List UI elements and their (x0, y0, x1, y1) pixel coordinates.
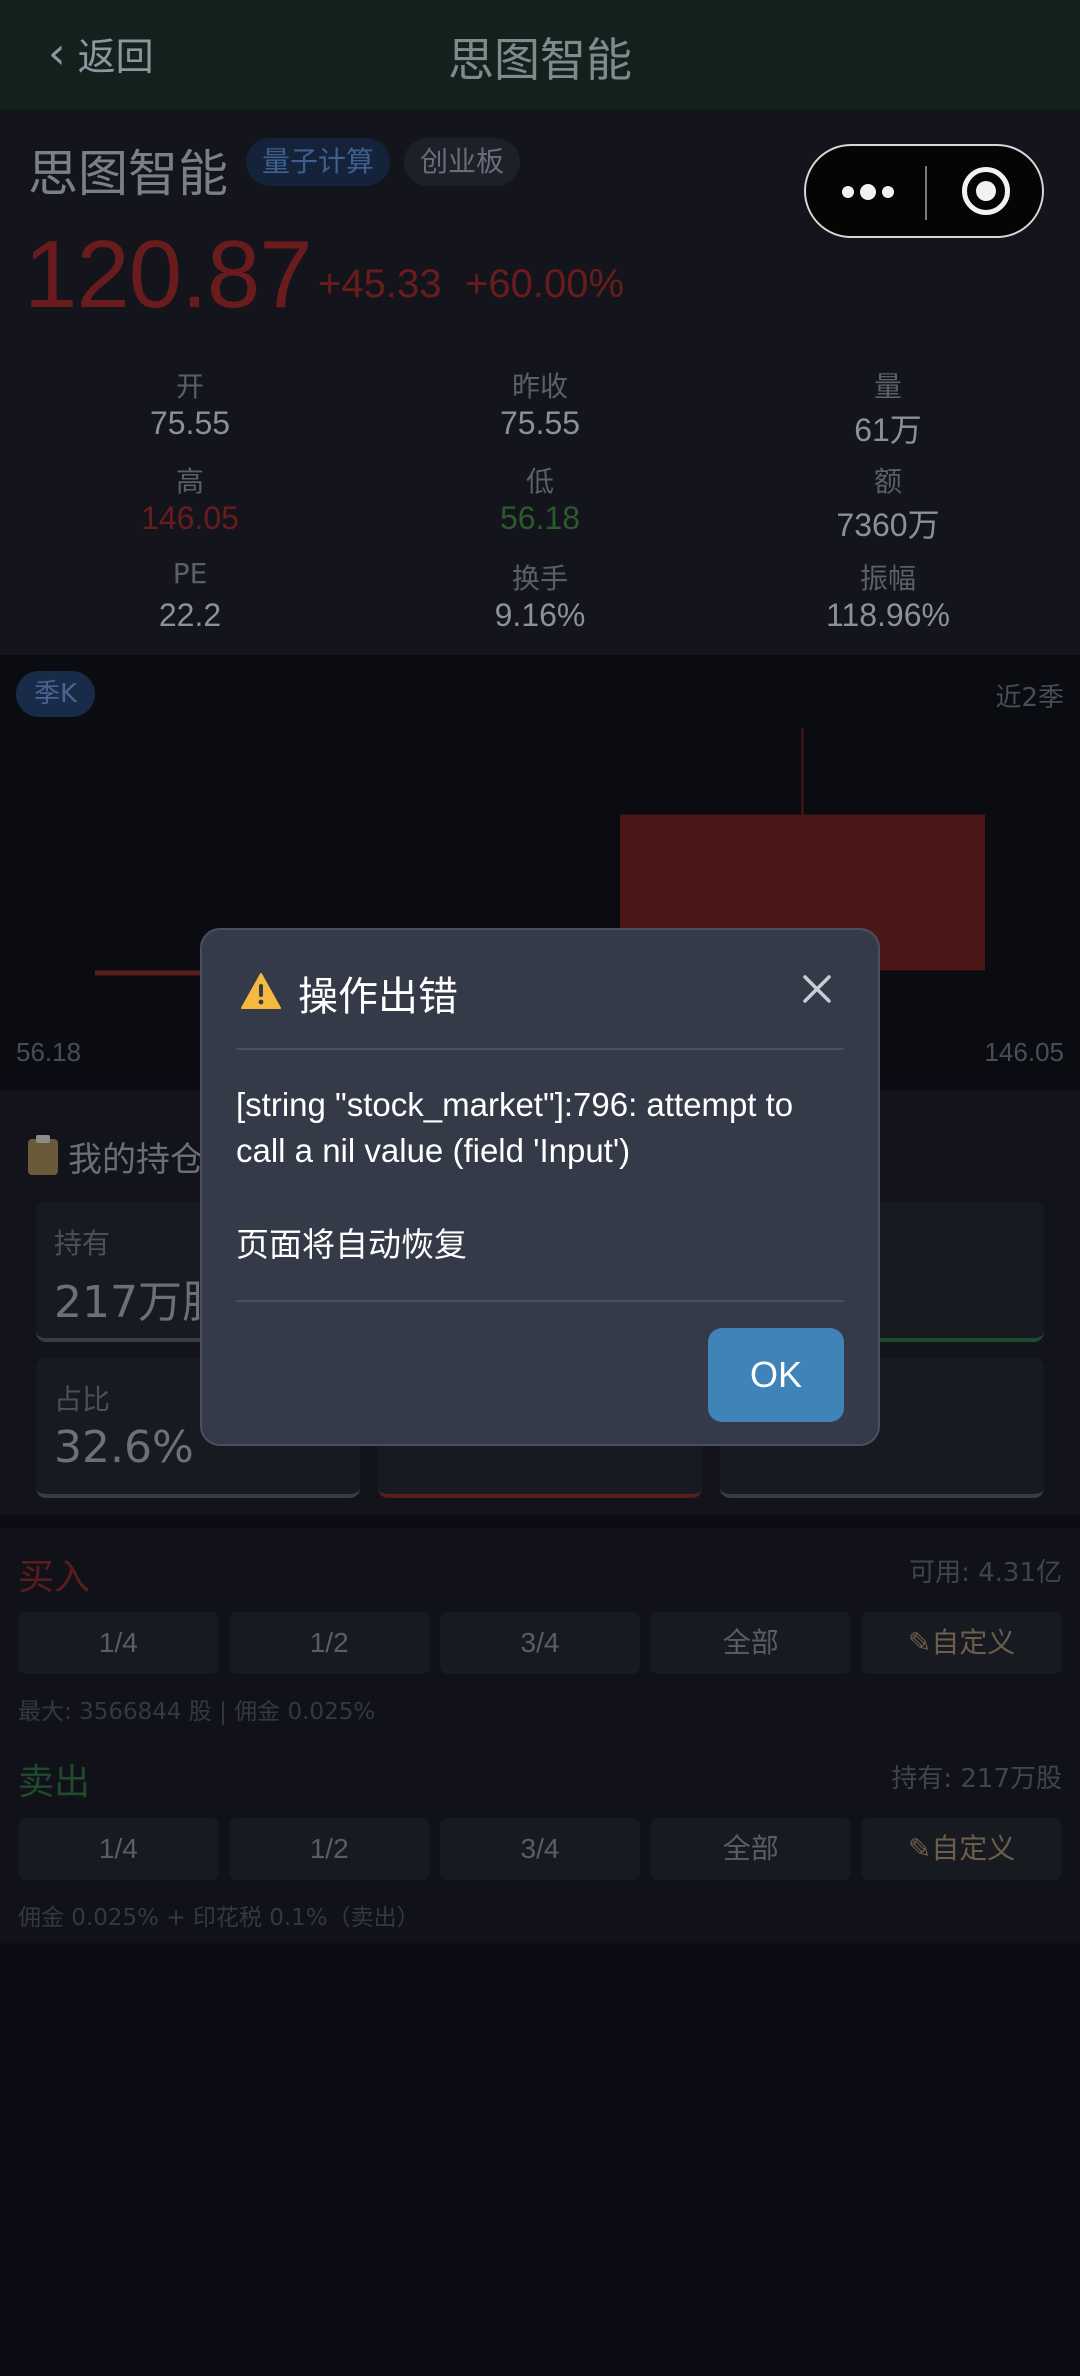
concept-tag: 量子计算 (246, 138, 391, 186)
price-change-percent: +60.00% (465, 262, 625, 306)
buy-available: 可用: 4.31亿 (909, 1558, 1062, 1588)
sell-quick-buttons: 1/4 1/2 3/4 全部 ✎自定义 (18, 1818, 1062, 1880)
axis-max-label: 146.05 (984, 1037, 1064, 1067)
dialog-header: 操作出错 (202, 930, 878, 1048)
buy-custom-button[interactable]: ✎自定义 (861, 1612, 1062, 1674)
stat-pe: PE 22.2 (158, 557, 222, 633)
close-miniprogram-icon[interactable] (962, 167, 1010, 215)
sell-three-quarter-button[interactable]: 3/4 (439, 1818, 641, 1880)
dialog-title: 操作出错 (298, 974, 458, 1020)
error-dialog: 操作出错 [string "stock_market"]:796: attemp… (200, 928, 880, 1446)
buy-quarter-button[interactable]: 1/4 (18, 1612, 219, 1674)
top-nav-bar: ‹ 返回 思图智能 (0, 0, 1080, 110)
stat-open: 开 75.55 (149, 370, 231, 441)
warning-icon (241, 973, 281, 1009)
close-icon[interactable] (800, 972, 834, 1006)
stat-prev-close: 昨收 75.55 (499, 370, 581, 441)
miniprogram-capsule (804, 144, 1044, 238)
buy-hint: 最大: 3566844 股 | 佣金 0.025% (18, 1699, 376, 1725)
sell-custom-button[interactable]: ✎自定义 (861, 1818, 1062, 1880)
sell-half-button[interactable]: 1/2 (228, 1818, 430, 1880)
dialog-sub-message: 页面将自动恢复 (236, 1225, 467, 1264)
sell-title: 卖出 (18, 1762, 91, 1803)
stat-volume: 量 61万 (854, 370, 922, 448)
more-icon[interactable] (838, 169, 898, 215)
sell-quarter-button[interactable]: 1/4 (18, 1818, 219, 1880)
current-price: 120.87 (24, 221, 313, 328)
page-title: 思图智能 (448, 33, 632, 87)
stat-amount: 额 7360万 (836, 465, 940, 543)
clipboard-icon (28, 1134, 58, 1175)
trade-section: 买入 可用: 4.31亿 1/4 1/2 3/4 全部 ✎自定义 最大: 356… (0, 1528, 1080, 1943)
price-change: +45.33 (318, 262, 442, 306)
buy-title: 买入 (18, 1557, 91, 1598)
sell-all-button[interactable]: 全部 (650, 1818, 852, 1880)
stat-high: 高 146.05 (141, 465, 239, 536)
buy-quick-buttons: 1/4 1/2 3/4 全部 ✎自定义 (18, 1612, 1062, 1674)
sell-hint: 佣金 0.025% + 印花税 0.1%（卖出） (18, 1905, 420, 1931)
period-chip[interactable]: 季K (16, 671, 96, 717)
buy-three-quarter-button[interactable]: 3/4 (439, 1612, 641, 1674)
dialog-divider-top (236, 1048, 844, 1050)
board-tag: 创业板 (404, 138, 521, 186)
range-label: 近2季 (995, 683, 1064, 713)
axis-min-label: 56.18 (16, 1037, 82, 1067)
stat-low: 低 56.18 (499, 465, 581, 536)
dialog-divider-bottom (236, 1300, 844, 1302)
dialog-message: [string "stock_market"]:796: attempt to … (236, 1086, 794, 1169)
stat-amplitude: 振幅 118.96% (826, 562, 950, 633)
buy-half-button[interactable]: 1/2 (228, 1612, 430, 1674)
holdings-title: 我的持仓 (28, 1132, 204, 1181)
stat-turnover: 换手 9.16% (494, 562, 586, 633)
sell-holding: 持有: 217万股 (891, 1764, 1062, 1794)
capsule-divider (925, 166, 927, 220)
ok-button[interactable]: OK (708, 1328, 844, 1422)
stock-name: 思图智能 (28, 145, 228, 203)
buy-all-button[interactable]: 全部 (650, 1612, 852, 1674)
